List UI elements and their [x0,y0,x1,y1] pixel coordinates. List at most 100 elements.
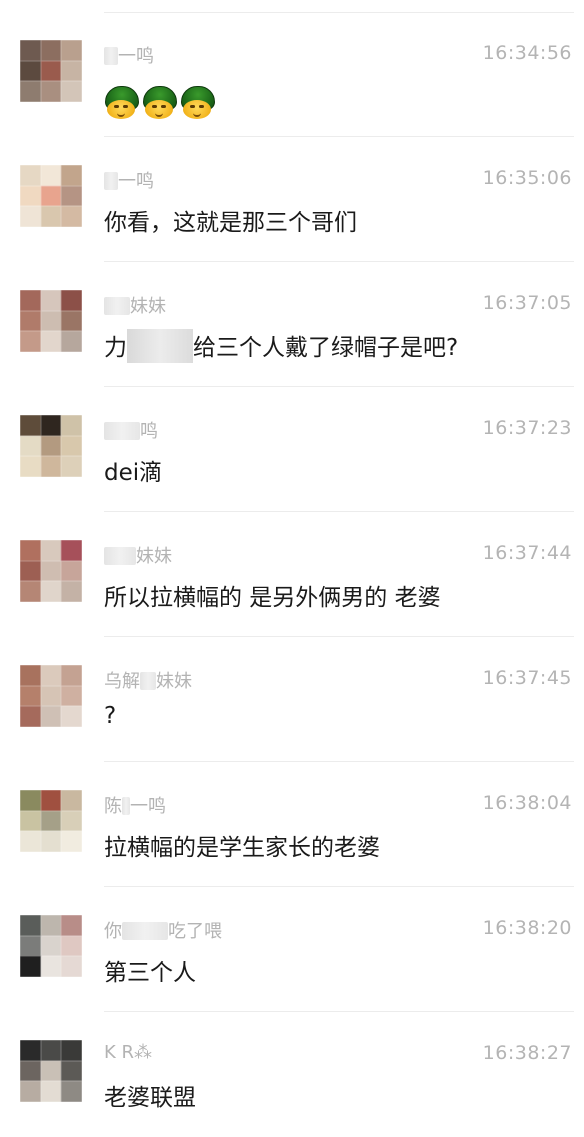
message-text-body: 给三个人戴了绿帽子是吧? [193,335,459,361]
avatar-mosaic-cell [40,685,62,707]
sender-name: 妹妹 [104,542,172,568]
avatar[interactable] [20,790,82,852]
message-item[interactable]: K R⁂ 16:38:27 老婆联盟 [0,1012,584,1137]
message-item[interactable]: 一鸣 16:35:06 你看，这就是那三个哥们 [0,137,584,262]
avatar-mosaic-cell [40,581,62,602]
sender-name-text: 妹妹 [130,296,166,317]
redacted-name-blur [104,47,118,65]
message-text: ? [104,703,117,729]
avatar-mosaic-cell [61,290,82,311]
avatar[interactable] [20,165,82,227]
avatar-mosaic-cell [61,915,82,936]
avatar-mosaic-cell [40,165,62,186]
avatar-mosaic-cell [61,956,82,977]
avatar[interactable] [20,665,82,727]
sender-name: 鸣 [104,417,158,443]
avatar[interactable] [20,915,82,977]
avatar-mosaic-cell [61,415,82,436]
avatar-mosaic-cell [20,1040,41,1061]
avatar-mosaic-cell [61,165,82,186]
message-item[interactable]: 乌解 妹妹 16:37:45 ? [0,637,584,762]
avatar-mosaic-cell [40,40,62,61]
message-text: 第三个人 [104,960,196,986]
avatar-mosaic-cell [20,40,41,61]
message-item[interactable]: 妹妹 16:37:44 所以拉横幅的 是另外俩男的 老婆 [0,512,584,637]
avatar[interactable] [20,40,82,102]
avatar-mosaic-cell [61,685,82,707]
avatar-mosaic-cell [61,435,82,457]
avatar-mosaic-cell [20,415,41,436]
avatar-mosaic-cell [20,831,41,852]
redacted-name-blur [140,672,156,690]
message-text: 拉横幅的是学生家长的老婆 [104,835,380,861]
avatar-mosaic-cell [40,456,62,477]
redacted-name-blur [104,547,136,565]
avatar-mosaic-cell [61,810,82,832]
sender-name-prefix: 你 [104,921,122,942]
message-time: 16:37:45 [482,667,572,689]
avatar-mosaic-cell [61,831,82,852]
avatar-mosaic-cell [61,310,82,332]
avatar[interactable] [20,1040,82,1102]
message-item[interactable]: 陈一鸣 16:38:04 拉横幅的是学生家长的老婆 [0,762,584,887]
avatar-mosaic-cell [61,40,82,61]
avatar-mosaic-cell [20,81,41,102]
avatar-mosaic-cell [20,290,41,311]
message-time: 16:37:05 [482,292,572,314]
avatar-mosaic-cell [40,310,62,332]
message-text: 力 给三个人戴了绿帽子是吧? [104,328,458,363]
avatar-mosaic-cell [20,1081,41,1102]
avatar-mosaic-cell [20,956,41,977]
avatar[interactable] [20,540,82,602]
avatar-mosaic-cell [40,206,62,227]
avatar-mosaic-cell [40,935,62,957]
avatar-mosaic-cell [40,331,62,352]
sender-name-text: 妹妹 [156,671,192,692]
sender-name-text: 吃了喂 [168,921,222,942]
sender-name-prefix: 乌解 [104,671,140,692]
message-time: 16:38:27 [482,1042,572,1064]
avatar-mosaic-cell [61,935,82,957]
avatar-mosaic-cell [61,331,82,352]
avatar-mosaic-cell [40,290,62,311]
avatar[interactable] [20,415,82,477]
avatar-mosaic-cell [61,60,82,82]
message-text: 老婆联盟 [104,1085,196,1111]
avatar-mosaic-cell [40,915,62,936]
avatar-mosaic-cell [61,185,82,207]
avatar-mosaic-cell [61,456,82,477]
avatar-mosaic-cell [40,1040,62,1061]
avatar-mosaic-cell [20,540,41,561]
sender-name: 乌解 妹妹 [104,667,192,693]
message-item[interactable]: 一鸣 16:34:56 [0,12,584,137]
redacted-name-blur [122,922,168,940]
avatar-mosaic-cell [20,435,41,457]
sender-name: 一鸣 [104,42,154,68]
green-hat-turtle-icon [180,86,215,120]
avatar-mosaic-cell [40,60,62,82]
chat-history: 一鸣 16:34:56 一鸣 16:35:06 你看，这就是那三个哥们 妹妹 1… [0,0,584,1131]
avatar-mosaic-cell [40,665,62,686]
avatar-mosaic-cell [61,206,82,227]
message-item[interactable]: 你 吃了喂 16:38:20 第三个人 [0,887,584,1012]
avatar-mosaic-cell [40,415,62,436]
avatar-mosaic-cell [40,810,62,832]
avatar-mosaic-cell [20,665,41,686]
message-time: 16:37:44 [482,542,572,564]
message-item[interactable]: 妹妹 16:37:05 力 给三个人戴了绿帽子是吧? [0,262,584,387]
message-time: 16:34:56 [482,42,572,64]
sender-name-text: 一鸣 [118,171,154,192]
message-item[interactable]: 鸣 16:37:23 dei滴 [0,387,584,512]
avatar-mosaic-cell [20,185,41,207]
message-text-prefix: 力 [104,335,127,361]
avatar-mosaic-cell [61,560,82,582]
redacted-name-blur [122,797,130,815]
avatar-mosaic-cell [61,540,82,561]
avatar-mosaic-cell [20,206,41,227]
avatar-mosaic-cell [40,706,62,727]
avatar-mosaic-cell [61,665,82,686]
green-hat-turtle-icon [104,86,139,120]
avatar[interactable] [20,290,82,352]
avatar-mosaic-cell [20,310,41,332]
avatar-mosaic-cell [40,831,62,852]
